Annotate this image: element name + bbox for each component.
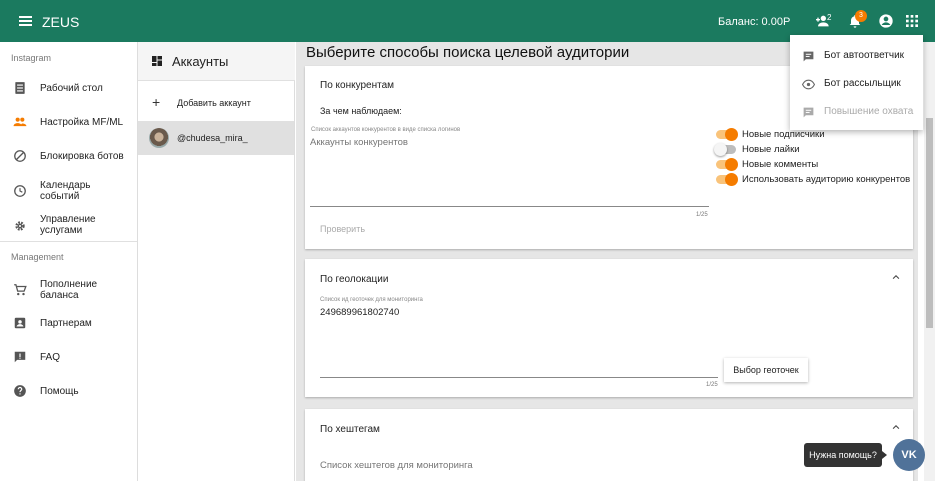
geo-input[interactable]: 249689961802740 xyxy=(320,307,399,318)
toggle-new-followers[interactable] xyxy=(716,128,738,141)
account-item[interactable]: @chudesa_mira_ xyxy=(138,121,294,155)
competitors-input-label: Список аккаунтов конкурентов в виде спис… xyxy=(311,127,461,133)
competitors-counter: 1/25 xyxy=(696,212,708,218)
sidebar-item-label: Партнерам xyxy=(40,318,92,329)
geo-input-label: Список ид геоточек для мониторинга xyxy=(320,297,423,303)
eye-icon xyxy=(802,79,815,90)
toggle-new-likes[interactable] xyxy=(714,143,736,156)
apps-grid-icon[interactable] xyxy=(904,13,920,29)
sidebar-item-label: Помощь xyxy=(40,386,79,397)
sidebar-item-block-bots[interactable]: Блокировка ботов xyxy=(0,139,137,173)
chat-icon xyxy=(803,107,814,118)
sidebar-item-mf-ml[interactable]: Настройка MF/ML xyxy=(0,105,137,139)
accounts-panel: Аккаунты + Добавить аккаунт @chudesa_mir… xyxy=(138,42,295,481)
chevron-up-icon[interactable] xyxy=(891,272,901,282)
sidebar-item-help[interactable]: Помощь xyxy=(0,374,137,408)
dashboard-icon xyxy=(15,82,25,94)
toggle-label: Новые комменты xyxy=(742,159,819,170)
page-title: Выберите способы поиска целевой аудитори… xyxy=(306,44,630,61)
sidebar-item-label: Блокировка ботов xyxy=(40,151,124,162)
sidebar-item-topup[interactable]: Пополнение баланса xyxy=(0,272,137,306)
hashtags-title: По хештегам xyxy=(320,424,380,435)
menu-icon[interactable] xyxy=(19,16,32,26)
account-circle-icon[interactable] xyxy=(878,13,894,29)
toggle-competitor-audience[interactable] xyxy=(716,173,738,186)
add-account-label: Добавить аккаунт xyxy=(177,98,251,108)
competitors-input[interactable] xyxy=(310,135,680,149)
geolocation-card: По геолокации Список ид геоточек для мон… xyxy=(305,259,913,397)
toggle-label: Новые лайки xyxy=(742,144,800,155)
sidebar: Instagram Рабочий стол Настройка MF/ML Б… xyxy=(0,42,138,481)
menu-item-autoresponder[interactable]: Бот автоответчик xyxy=(790,42,923,70)
menu-item-label: Бот автоответчик xyxy=(824,50,905,61)
accounts-header: Аккаунты xyxy=(138,42,295,81)
geo-input-underline xyxy=(320,377,718,378)
hashtags-input[interactable] xyxy=(320,458,620,472)
sidebar-item-faq[interactable]: FAQ xyxy=(0,340,137,374)
chat-icon xyxy=(803,51,814,62)
toggle-new-comments[interactable] xyxy=(716,158,738,171)
cart-icon xyxy=(14,284,27,296)
select-geopoints-button[interactable]: Выбор геоточек xyxy=(724,358,808,382)
avatar xyxy=(149,128,169,148)
account-username: @chudesa_mira_ xyxy=(177,133,248,143)
menu-item-reach[interactable]: Повышение охвата xyxy=(790,98,923,126)
clock-icon xyxy=(14,185,26,197)
dashboard-grid-icon xyxy=(152,56,162,66)
vk-chat-button[interactable]: VK xyxy=(893,439,925,471)
accounts-title: Аккаунты xyxy=(172,54,229,69)
help-tooltip-arrow xyxy=(882,451,887,459)
sidebar-item-services[interactable]: Управление услугами xyxy=(0,207,137,241)
geolocation-title: По геолокации xyxy=(320,274,389,285)
block-icon xyxy=(14,150,26,162)
friend-badge: 2 xyxy=(827,13,832,22)
section-title-instagram: Instagram xyxy=(11,53,52,63)
toggle-label: Новые подписчики xyxy=(742,129,825,140)
scrollbar-thumb[interactable] xyxy=(926,118,933,328)
help-icon xyxy=(14,385,26,397)
sidebar-item-label: FAQ xyxy=(40,352,61,363)
competitors-input-underline xyxy=(310,206,709,207)
sidebar-item-label: Пополнение баланса xyxy=(40,279,98,301)
sidebar-item-partners[interactable]: Партнерам xyxy=(0,306,137,340)
menu-item-mailer[interactable]: Бот рассыльщик xyxy=(790,70,923,98)
bots-dropdown-menu: Бот автоответчик Бот рассыльщик Повышени… xyxy=(790,35,923,130)
balance-label[interactable]: Баланс: 0.00Р xyxy=(718,16,790,28)
contact-icon xyxy=(14,317,26,329)
sidebar-item-label: Управление услугами xyxy=(40,214,96,236)
sidebar-item-label: Рабочий стол xyxy=(40,83,103,94)
sidebar-item-label: Настройка MF/ML xyxy=(40,117,124,128)
notification-badge: 3 xyxy=(855,10,867,22)
geo-counter: 1/25 xyxy=(706,382,718,388)
sidebar-divider xyxy=(0,241,137,242)
sidebar-item-label: Календарь событий xyxy=(40,180,91,202)
check-button[interactable]: Проверить xyxy=(320,224,365,234)
feedback-icon xyxy=(14,351,26,363)
menu-item-label: Бот рассыльщик xyxy=(824,78,901,89)
help-tooltip: Нужна помощь? xyxy=(804,443,882,467)
add-account-button[interactable]: + Добавить аккаунт xyxy=(138,91,294,115)
toggle-label: Использовать аудиторию конкурентов xyxy=(742,174,911,185)
section-title-management: Management xyxy=(11,252,64,262)
chevron-up-icon[interactable] xyxy=(891,422,901,432)
gear-icon xyxy=(15,221,25,231)
plus-icon: + xyxy=(152,94,161,110)
sidebar-item-dashboard[interactable]: Рабочий стол xyxy=(0,71,137,105)
watch-label: За чем наблюдаем: xyxy=(320,106,402,116)
competitors-title: По конкурентам xyxy=(320,80,395,91)
scrollbar[interactable] xyxy=(924,42,935,481)
app-title: ZEUS xyxy=(42,14,80,30)
people-icon xyxy=(13,117,27,127)
menu-item-label: Повышение охвата xyxy=(824,106,914,117)
sidebar-item-calendar[interactable]: Календарь событий xyxy=(0,173,137,207)
